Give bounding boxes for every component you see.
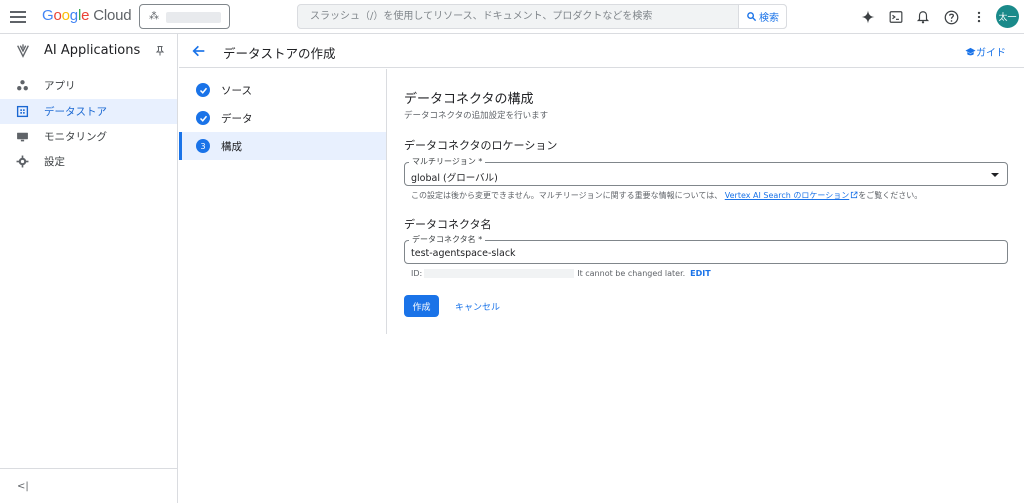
create-button[interactable]: 作成 xyxy=(404,295,439,317)
multiregion-select[interactable]: マルチリージョン * global (グローバル) xyxy=(404,157,1008,186)
sidebar-item-datastore[interactable]: データストア xyxy=(0,99,177,124)
sidebar-item-settings[interactable]: 設定 xyxy=(0,149,177,174)
step-data[interactable]: データ xyxy=(179,104,386,132)
location-hint-suffix: をご覧ください。 xyxy=(858,191,923,200)
google-cloud-logo[interactable]: Google Cloud xyxy=(42,7,132,24)
location-section-title: データコネクタのロケーション xyxy=(404,139,558,152)
form-title: データコネクタの構成 xyxy=(404,92,534,107)
sidebar-header: AI Applications xyxy=(0,34,178,68)
datastore-icon xyxy=(16,105,29,118)
form-subtitle: データコネクタの追加設定を行います xyxy=(404,111,549,121)
search-button[interactable]: 検索 xyxy=(738,4,787,29)
search-icon xyxy=(747,12,757,22)
search-bar: 検索 xyxy=(297,4,787,29)
sidebar: AI Applications アプリ データストア モニタリング 設定 <| xyxy=(0,34,178,503)
connector-name-input[interactable] xyxy=(411,247,991,260)
dropdown-arrow-icon xyxy=(991,173,999,177)
account-avatar[interactable]: 太一 xyxy=(996,5,1019,28)
project-icon: ⁂ xyxy=(149,11,159,22)
sidebar-divider xyxy=(0,468,177,469)
apps-icon xyxy=(17,80,28,91)
ai-applications-logo-icon xyxy=(17,44,29,58)
cancel-button[interactable]: キャンセル xyxy=(449,295,506,317)
project-name-redacted xyxy=(166,12,221,23)
search-input[interactable] xyxy=(298,5,738,28)
sidebar-item-label: アプリ xyxy=(44,80,76,92)
id-label: ID: xyxy=(411,269,423,278)
school-icon xyxy=(965,47,976,56)
id-value-redacted xyxy=(424,269,575,278)
back-arrow-icon[interactable] xyxy=(191,43,207,59)
collapse-sidebar-icon[interactable]: <| xyxy=(17,481,29,492)
cloud-shell-icon[interactable] xyxy=(887,8,905,26)
check-circle-icon xyxy=(196,83,210,97)
logo-cloud-text: Cloud xyxy=(93,7,132,24)
sidebar-item-label: データストア xyxy=(44,106,107,118)
search-button-label: 検索 xyxy=(759,13,779,24)
more-vert-icon[interactable] xyxy=(970,8,988,26)
main-menu-icon[interactable] xyxy=(10,9,26,25)
id-row: ID: It cannot be changed later. EDIT xyxy=(411,269,711,278)
gemini-spark-icon[interactable] xyxy=(859,8,877,26)
edit-id-link[interactable]: EDIT xyxy=(690,269,711,278)
help-icon[interactable] xyxy=(942,8,960,26)
connector-name-label: データコネクタ名 * xyxy=(409,235,486,245)
notifications-icon[interactable] xyxy=(914,8,932,26)
connector-name-field[interactable]: データコネクタ名 * xyxy=(404,235,1008,264)
check-circle-icon xyxy=(196,111,210,125)
id-note: It cannot be changed later. xyxy=(577,269,686,278)
page-title: データストアの作成 xyxy=(223,46,336,61)
step-number: 3 xyxy=(196,139,210,153)
guide-label: ガイド xyxy=(976,48,1006,59)
sidebar-item-label: 設定 xyxy=(44,156,65,168)
sidebar-title: AI Applications xyxy=(44,43,141,58)
stepper: ソース データ 3 構成 xyxy=(179,69,387,334)
monitoring-icon xyxy=(17,132,28,142)
step-label: データ xyxy=(221,113,253,125)
sidebar-item-apps[interactable]: アプリ xyxy=(0,73,177,98)
location-hint: この設定は後から変更できません。マルチリージョンに関する重要な情報については、 … xyxy=(411,190,922,201)
pin-icon[interactable] xyxy=(154,44,166,58)
sidebar-item-label: モニタリング xyxy=(44,131,107,143)
vertex-ai-locations-link[interactable]: Vertex AI Search のロケーション xyxy=(725,191,859,200)
location-hint-text: この設定は後から変更できません。マルチリージョンに関する重要な情報については、 xyxy=(411,191,723,200)
step-source[interactable]: ソース xyxy=(179,76,386,104)
top-app-bar: Google Cloud ⁂ 検索 太一 xyxy=(0,0,1024,34)
step-config[interactable]: 3 構成 xyxy=(179,132,386,160)
location-link-text: Vertex AI Search のロケーション xyxy=(724,191,850,200)
step-label: 構成 xyxy=(221,141,242,153)
name-section-title: データコネクタ名 xyxy=(404,218,492,231)
multiregion-value: global (グローバル) xyxy=(411,173,498,184)
step-label: ソース xyxy=(221,85,252,97)
sidebar-item-monitoring[interactable]: モニタリング xyxy=(0,124,177,149)
multiregion-label: マルチリージョン * xyxy=(409,157,486,167)
settings-icon xyxy=(16,155,29,168)
page-header: データストアの作成 ガイド xyxy=(179,34,1024,68)
guide-link[interactable]: ガイド xyxy=(965,44,1006,59)
project-picker[interactable]: ⁂ xyxy=(139,4,230,29)
